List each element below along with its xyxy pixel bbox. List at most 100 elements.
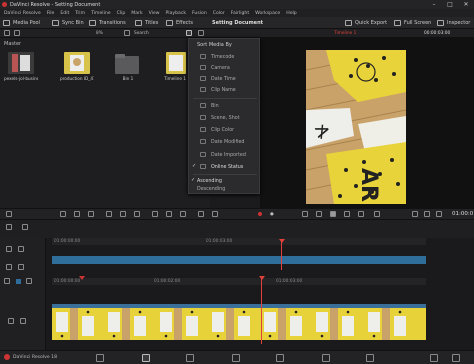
replace-clip-icon[interactable] [134,211,140,217]
fullscreen-viewer-icon[interactable] [436,211,442,217]
snapping-icon[interactable] [152,211,158,217]
blade-tool-icon[interactable] [88,211,94,217]
position-lock-icon[interactable] [180,211,186,217]
search-input[interactable]: Search [134,31,149,36]
cut-page-icon[interactable] [142,354,150,362]
sort-date-time[interactable]: Date Time [189,75,261,83]
overview-video-track[interactable] [52,256,426,264]
transitions-button[interactable]: Transitions [89,19,126,27]
titles-button[interactable]: Titles [135,19,158,27]
list-view-icon[interactable] [14,30,20,36]
sort-bin[interactable]: Bin [189,102,261,110]
settings-gear-icon[interactable] [452,354,460,362]
stop-icon[interactable] [330,211,336,217]
track-lock-icon[interactable] [6,246,12,252]
menu-davinci-resolve[interactable]: DaVinci Resolve [4,11,41,16]
menu-color[interactable]: Color [213,11,225,16]
loop-icon[interactable] [374,211,380,217]
full-screen-button[interactable]: Full Screen [394,19,431,27]
menu-file[interactable]: File [47,11,55,16]
menu-workspace[interactable]: Workspace [255,11,280,16]
video-clip-filmstrip[interactable] [52,308,426,340]
sort-button[interactable] [186,30,192,36]
upper-ruler[interactable] [52,238,426,245]
link-icon[interactable] [4,278,10,284]
reverse-play-icon[interactable] [316,211,322,217]
lower-playhead[interactable] [261,278,262,344]
zoom-level[interactable]: 8% [96,31,103,36]
trim-tool-icon[interactable] [74,211,80,217]
sort-ascending[interactable]: ✓ Ascending [189,177,261,185]
layout-icon[interactable] [6,211,12,217]
track-view-icon[interactable] [18,264,24,270]
menu-edit[interactable]: Edit [60,11,69,16]
quick-export-button[interactable]: Quick Export [345,19,387,27]
marker-icon[interactable] [212,211,218,217]
overwrite-clip-icon[interactable] [120,211,126,217]
sort-online-status[interactable]: ✓ Online Status [189,163,261,171]
fairlight-page-icon[interactable] [322,354,330,362]
audio-meter-icon[interactable] [26,278,32,284]
media-page-icon[interactable] [96,354,104,362]
bin-folder-icon[interactable] [115,54,141,76]
lower-playhead-handle[interactable] [259,276,265,280]
in-point-icon[interactable] [412,211,418,217]
sort-camera[interactable]: Camera [189,64,261,72]
maximize-button[interactable]: □ [442,0,458,9]
options-icon[interactable] [198,30,204,36]
video-track-icon[interactable] [8,318,14,324]
close-button[interactable]: ✕ [458,0,474,9]
zoom-dot-icon[interactable]: ● [270,212,274,217]
menu-trim[interactable]: Trim [75,11,85,16]
timeline-view-icon[interactable] [22,224,28,230]
menu-help[interactable]: Help [286,11,296,16]
out-point-icon[interactable] [424,211,430,217]
timeline-thumbnail[interactable] [166,52,186,74]
timeline-selector[interactable]: Timeline 1 [334,31,356,36]
upper-playhead[interactable] [281,240,282,270]
video-track-lock-icon[interactable] [20,318,26,324]
sort-clip-color[interactable]: Clip Color [189,126,261,134]
clip-thumbnail-2[interactable] [64,52,90,74]
in-marker[interactable] [79,276,85,280]
flag-icon[interactable] [198,211,204,217]
lower-ruler[interactable] [52,278,426,285]
edit-page-icon[interactable] [186,354,194,362]
linked-selection-icon[interactable] [166,211,172,217]
menu-playback[interactable]: Playback [166,11,187,16]
marker-red-icon[interactable] [258,212,262,216]
insert-clip-icon[interactable] [106,211,112,217]
sort-scene-shot[interactable]: Scene, Shot [189,114,261,122]
timeline-options-icon[interactable] [6,224,12,230]
track-color-icon[interactable] [16,279,21,284]
menu-fusion[interactable]: Fusion [192,11,207,16]
track-settings-icon[interactable] [6,264,12,270]
deliver-page-icon[interactable] [366,354,374,362]
menu-mark[interactable]: Mark [131,11,142,16]
go-to-start-icon[interactable] [302,211,308,217]
home-icon[interactable] [430,354,438,362]
search-icon[interactable] [124,30,130,36]
sort-clip-name[interactable]: Clip Name [189,86,261,94]
color-page-icon[interactable] [276,354,284,362]
panel-toggle-icon[interactable] [4,30,10,36]
sync-bin-button[interactable]: Sync Bin [52,19,84,27]
inspector-button[interactable]: Inspector [437,19,470,27]
sort-date-modified[interactable]: Date Modified [189,138,261,146]
menu-timeline[interactable]: Timeline [91,11,111,16]
clip-thumbnail-1[interactable] [8,52,34,74]
selection-tool-icon[interactable] [60,211,66,217]
media-pool-button[interactable]: Media Pool [3,19,40,27]
menu-fairlight[interactable]: Fairlight [231,11,249,16]
minimize-button[interactable]: – [426,0,442,9]
fusion-page-icon[interactable] [232,354,240,362]
menu-clip[interactable]: Clip [117,11,126,16]
bin-label[interactable]: Master [4,41,21,47]
sort-descending[interactable]: Descending [189,185,261,193]
track-target-icon[interactable] [18,246,24,252]
upper-playhead-handle[interactable] [279,239,285,243]
effects-button[interactable]: Effects [166,19,193,27]
play-icon[interactable] [344,211,350,217]
go-to-end-icon[interactable] [358,211,364,217]
sort-date-imported[interactable]: Date Imported [189,151,261,159]
